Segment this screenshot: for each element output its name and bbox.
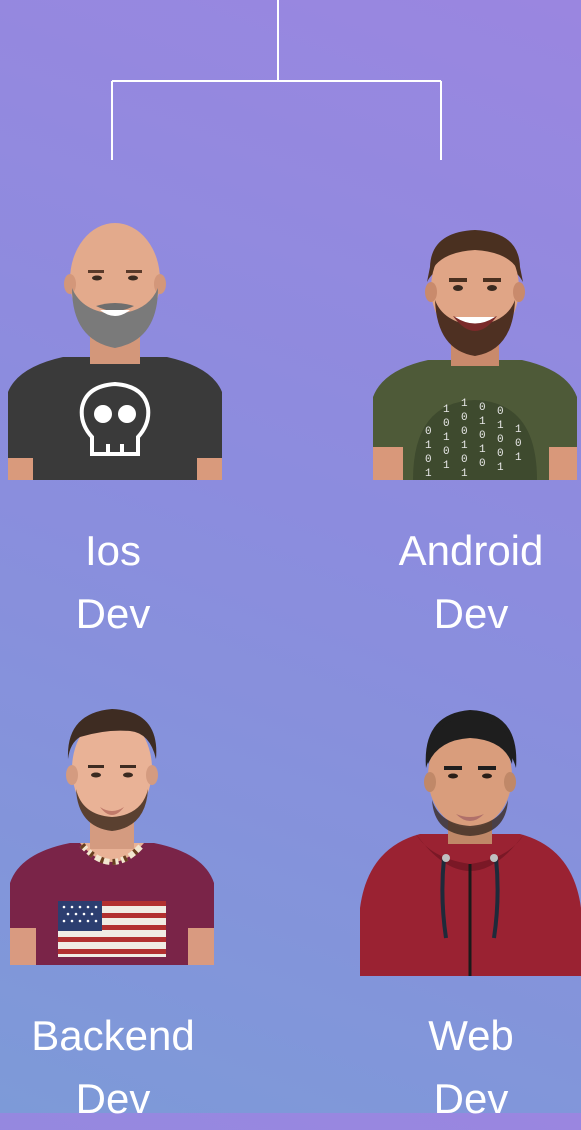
svg-text:0: 0 [497, 406, 504, 418]
svg-text:0: 0 [479, 430, 486, 442]
svg-text:0: 0 [461, 412, 468, 424]
svg-text:1: 1 [461, 398, 468, 410]
team-label-line2: Dev [75, 1075, 151, 1122]
team-label-backend: Backend Dev [3, 1004, 223, 1130]
backend-dev-avatar [10, 709, 214, 965]
svg-text:1: 1 [515, 452, 522, 464]
svg-text:1: 1 [443, 460, 450, 472]
svg-text:1: 1 [497, 462, 504, 474]
team-label-android: Android Dev [361, 519, 581, 645]
svg-text:1: 1 [497, 420, 504, 432]
svg-text:1: 1 [443, 404, 450, 416]
team-label-line1: Android [398, 527, 544, 574]
team-label-line1: Ios [84, 527, 142, 574]
team-label-line1: Web [428, 1012, 514, 1059]
flag-icon [58, 901, 166, 957]
svg-text:1: 1 [515, 424, 522, 436]
svg-text:0: 0 [479, 458, 486, 470]
svg-text:0: 0 [443, 446, 450, 458]
ios-dev-avatar [8, 223, 222, 480]
svg-text:0: 0 [425, 426, 432, 438]
team-label-line2: Dev [433, 1075, 509, 1122]
team-label-ios: Ios Dev [3, 519, 223, 645]
team-label-line1: Backend [31, 1012, 195, 1059]
svg-text:0: 0 [443, 418, 450, 430]
svg-text:1: 1 [425, 468, 432, 480]
svg-text:0: 0 [479, 402, 486, 414]
svg-text:0: 0 [497, 448, 504, 460]
web-dev-avatar [360, 710, 581, 976]
svg-text:0: 0 [497, 434, 504, 446]
team-label-line2: Dev [75, 590, 151, 637]
svg-text:1: 1 [461, 468, 468, 480]
svg-text:1: 1 [479, 416, 486, 428]
svg-text:0: 0 [461, 454, 468, 466]
svg-text:1: 1 [479, 444, 486, 456]
svg-text:1: 1 [425, 440, 432, 452]
svg-text:0: 0 [461, 426, 468, 438]
org-connector [111, 0, 442, 160]
svg-text:0: 0 [515, 438, 522, 450]
svg-text:1: 1 [461, 440, 468, 452]
android-dev-avatar: 0101 10101 100101 01010 01001 101 [373, 230, 577, 480]
svg-text:1: 1 [443, 432, 450, 444]
team-label-line2: Dev [433, 590, 509, 637]
team-label-web: Web Dev [361, 1004, 581, 1130]
svg-text:0: 0 [425, 454, 432, 466]
